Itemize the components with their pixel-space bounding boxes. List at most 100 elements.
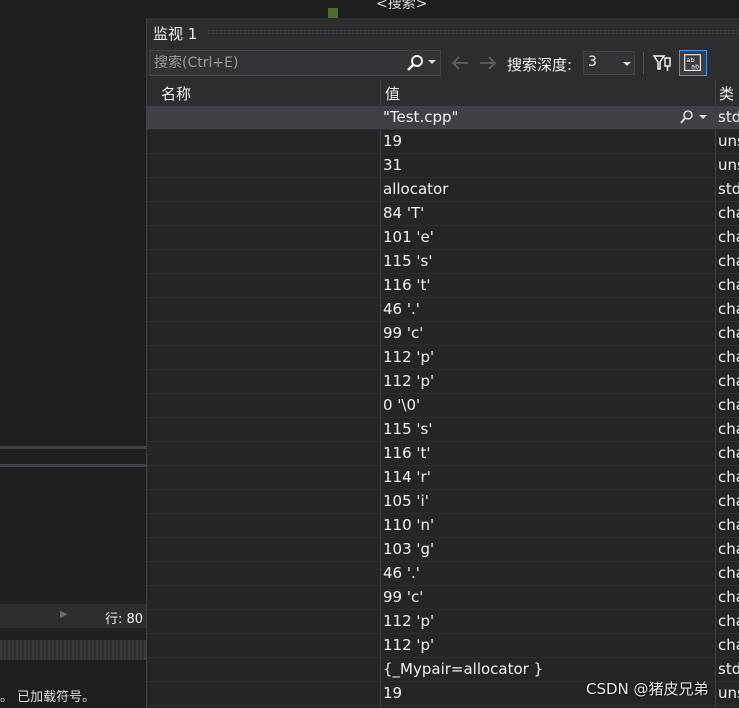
cell-divider (380, 682, 381, 706)
search-options-chevron-icon[interactable] (428, 60, 436, 64)
watch-row[interactable]: [12]105 'i'cha (147, 490, 739, 514)
arrow-right-icon[interactable] (477, 54, 499, 72)
row-value[interactable]: 116 't' (383, 444, 715, 462)
cell-divider (380, 442, 381, 466)
row-type: cha (718, 324, 739, 342)
watch-row[interactable]: [5]99 'c'cha (147, 322, 739, 346)
pin-filter-icon[interactable] (651, 52, 673, 74)
cell-divider (380, 658, 381, 682)
search-depth-label: 搜索深度: (507, 56, 573, 74)
watch-row[interactable]: [8]0 '\0'cha (147, 394, 739, 418)
watch-row[interactable]: filename"Test.cpp"std (147, 106, 739, 130)
row-value[interactable]: 112 'p' (383, 612, 715, 630)
watch-toolbar: 搜索深度: 3 ab ab (147, 46, 739, 80)
watch-row[interactable]: [18]112 'p'cha (147, 634, 739, 658)
row-type: cha (718, 564, 739, 582)
row-value[interactable]: {_Mypair=allocator } (383, 660, 715, 678)
watch-row[interactable]: [0]84 'T'cha (147, 202, 739, 226)
watch-row[interactable]: [9]115 's'cha (147, 418, 739, 442)
row-value[interactable]: 46 '.' (383, 300, 715, 318)
watch-row[interactable]: [3]116 't'cha (147, 274, 739, 298)
watch-row[interactable]: [14]103 'g'cha (147, 538, 739, 562)
row-value[interactable]: 105 'i' (383, 492, 715, 510)
cell-divider (715, 226, 716, 250)
cell-divider (380, 490, 381, 514)
watch-row[interactable]: [4]46 '.'cha (147, 298, 739, 322)
row-value[interactable]: 84 'T' (383, 204, 715, 222)
watch-row[interactable]: [2]115 's'cha (147, 250, 739, 274)
watch-title-bar[interactable]: 监视 1 (147, 18, 739, 46)
watch-row[interactable]: [11]114 'r'cha (147, 466, 739, 490)
cell-divider (380, 178, 381, 202)
row-value[interactable]: 116 't' (383, 276, 715, 294)
cell-divider (715, 154, 716, 178)
row-value[interactable]: "Test.cpp" (383, 108, 715, 126)
column-header-name[interactable]: 名称 (161, 83, 191, 104)
row-value[interactable]: 114 'r' (383, 468, 715, 486)
search-icon[interactable] (404, 53, 426, 73)
visualizer-search-icon[interactable] (679, 109, 695, 125)
search-depth-select[interactable]: 3 (583, 51, 635, 75)
watch-row[interactable]: [allocator]allocatorstd (147, 178, 739, 202)
cell-divider (715, 610, 716, 634)
row-type: std (718, 180, 739, 198)
watch-row[interactable]: [7]112 'p'cha (147, 370, 739, 394)
cell-divider (380, 322, 381, 346)
column-resize-handle[interactable] (380, 80, 381, 106)
column-resize-handle[interactable] (715, 80, 716, 106)
row-value[interactable]: 112 'p' (383, 372, 715, 390)
row-type: cha (718, 252, 739, 270)
scroll-right-icon[interactable]: ▶ (60, 609, 68, 620)
row-value[interactable]: 112 'p' (383, 348, 715, 366)
watch-row[interactable]: [1]101 'e'cha (147, 226, 739, 250)
watch-search-input[interactable] (150, 51, 400, 75)
row-value[interactable]: 99 'c' (383, 588, 715, 606)
row-value[interactable]: 19 (383, 132, 715, 150)
row-value-text: 115 's' (383, 252, 433, 270)
watch-row[interactable]: [6]112 'p'cha (147, 346, 739, 370)
watch-row[interactable]: [15]46 '.'cha (147, 562, 739, 586)
row-value-text: 112 'p' (383, 636, 435, 654)
cell-divider (715, 514, 716, 538)
row-type: cha (718, 420, 739, 438)
row-value[interactable]: 112 'p' (383, 636, 715, 654)
row-value-text: 115 's' (383, 420, 433, 438)
row-type: uns (718, 156, 739, 174)
row-type: cha (718, 468, 739, 486)
row-value-text: 19 (383, 684, 403, 702)
row-value[interactable]: allocator (383, 180, 715, 198)
cell-divider (380, 274, 381, 298)
row-value[interactable]: 101 'e' (383, 228, 715, 246)
row-type: cha (718, 444, 739, 462)
panel-grip (0, 640, 146, 660)
watch-row[interactable]: [17]112 'p'cha (147, 610, 739, 634)
row-value-text: 101 'e' (383, 228, 434, 246)
row-value[interactable]: 99 'c' (383, 324, 715, 342)
watch-search-box[interactable] (149, 50, 441, 76)
row-value[interactable]: 46 '.' (383, 564, 715, 582)
pane-divider[interactable] (0, 446, 146, 449)
column-header-value[interactable]: 值 (385, 83, 400, 104)
row-value[interactable]: 103 'g' (383, 540, 715, 558)
pane-divider[interactable] (0, 464, 146, 467)
row-value[interactable]: 115 's' (383, 252, 715, 270)
row-value[interactable]: 0 '\0' (383, 396, 715, 414)
row-value-text: 105 'i' (383, 492, 429, 510)
row-value[interactable]: 31 (383, 156, 715, 174)
grid-header: 名称 值 类型 (147, 80, 739, 124)
cell-divider (715, 658, 716, 682)
search-stub: <搜索> (376, 0, 428, 12)
visualizer-chevron-icon[interactable] (699, 115, 707, 119)
arrow-left-icon[interactable] (449, 54, 471, 72)
watch-row[interactable]: [size]19uns (147, 130, 739, 154)
row-type: cha (718, 492, 739, 510)
change-marker (328, 8, 338, 18)
row-value[interactable]: 110 'n' (383, 516, 715, 534)
row-value[interactable]: 115 's' (383, 420, 715, 438)
hex-display-icon[interactable]: ab ab (679, 50, 707, 76)
watch-row[interactable]: [13]110 'n'cha (147, 514, 739, 538)
title-grip (207, 29, 739, 35)
watch-row[interactable]: [10]116 't'cha (147, 442, 739, 466)
watch-row[interactable]: [16]99 'c'cha (147, 586, 739, 610)
watch-row[interactable]: [capacity]31uns (147, 154, 739, 178)
